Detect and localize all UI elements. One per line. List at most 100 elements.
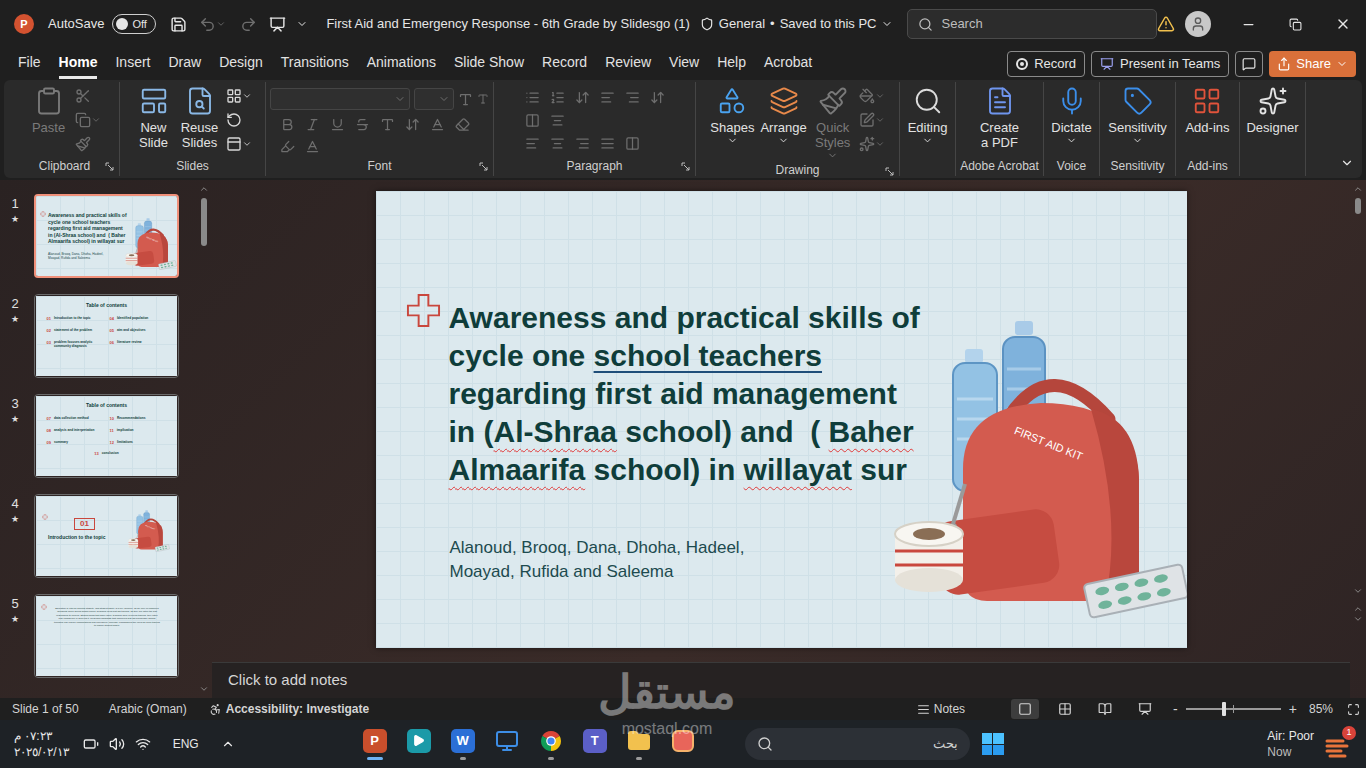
fit-to-window-icon[interactable] xyxy=(1347,703,1360,716)
line-spacing-icon[interactable] xyxy=(575,90,590,105)
view-button[interactable] xyxy=(1011,699,1039,719)
highlighter-icon[interactable] xyxy=(280,139,295,154)
ribbon-button[interactable]: Arrange xyxy=(760,86,806,146)
menu-tab[interactable]: Transitions xyxy=(281,49,349,79)
underline-icon[interactable] xyxy=(330,117,345,132)
ribbon-button[interactable]: ReuseSlides xyxy=(180,86,220,150)
taskbar-app[interactable]: T xyxy=(573,722,617,766)
section-icon[interactable] xyxy=(226,136,242,152)
spacing-icon[interactable] xyxy=(405,117,420,132)
menu-tab[interactable]: Slide Show xyxy=(454,49,524,79)
taskbar-app[interactable] xyxy=(529,722,573,766)
dialog-launcher-icon[interactable] xyxy=(885,167,894,176)
italic-icon[interactable] xyxy=(305,117,320,132)
align-text-icon[interactable] xyxy=(550,113,565,128)
layout-icon[interactable] xyxy=(226,88,242,104)
clock[interactable]: ٠٧:٢٣ م٢٠٢٥/٠٢/١٣ xyxy=(14,728,69,760)
thumbnail-scrollbar[interactable] xyxy=(196,180,212,698)
menu-tab[interactable]: View xyxy=(669,49,699,79)
menu-tab[interactable]: Help xyxy=(717,49,746,79)
tray-overflow-icon[interactable] xyxy=(221,737,235,751)
slide-thumbnail[interactable]: Education is vital for societal stabilit… xyxy=(34,594,179,678)
view-button[interactable] xyxy=(1131,699,1159,719)
taskbar-app[interactable]: P xyxy=(353,722,397,766)
menu-tab[interactable]: Animations xyxy=(367,49,436,79)
slide-thumbnail-row[interactable]: 5★Education is vital for societal stabil… xyxy=(0,594,196,694)
taskbar-app[interactable] xyxy=(397,722,441,766)
volume-icon[interactable] xyxy=(109,736,125,752)
cut-icon[interactable] xyxy=(75,88,91,104)
notes-button[interactable]: Notes xyxy=(911,700,971,718)
menu-tab[interactable]: Acrobat xyxy=(764,49,812,79)
zoom-level[interactable]: 85% xyxy=(1309,700,1333,718)
justify-icon[interactable] xyxy=(600,136,615,151)
save-icon[interactable] xyxy=(170,16,187,33)
collapse-ribbon-icon[interactable] xyxy=(1340,156,1354,170)
ribbon-button[interactable]: NewSlide xyxy=(134,86,174,150)
account-avatar[interactable] xyxy=(1185,11,1211,37)
zoom-slider[interactable] xyxy=(1186,708,1281,710)
bold-icon[interactable] xyxy=(280,117,295,132)
decrease-indent-icon[interactable] xyxy=(600,90,615,105)
comments-button[interactable] xyxy=(1235,51,1263,77)
present-in-teams-button[interactable]: Present in Teams xyxy=(1091,51,1229,77)
slide-thumbnail-row[interactable]: 4★01Introduction to the topicFIRST AID K… xyxy=(0,494,196,594)
copy-icon[interactable] xyxy=(75,112,91,128)
close-button[interactable] xyxy=(1319,0,1366,48)
slide-title[interactable]: Awareness and practical skills ofcycle o… xyxy=(449,299,920,489)
smartart-icon[interactable] xyxy=(625,136,640,151)
taskbar-app[interactable]: W xyxy=(441,722,485,766)
view-button[interactable] xyxy=(1051,699,1079,719)
accessibility-checker[interactable]: Accessibility: Investigate xyxy=(209,700,369,718)
dialog-launcher-icon[interactable] xyxy=(105,162,114,171)
ribbon-button[interactable]: Add-ins xyxy=(1185,86,1229,135)
menu-tab[interactable]: Review xyxy=(605,49,651,79)
zoom-thumb[interactable] xyxy=(1222,702,1226,716)
scroll-thumb[interactable] xyxy=(201,198,207,246)
slide-scrollbar[interactable] xyxy=(1350,180,1366,698)
ribbon-button[interactable]: QuickStyles xyxy=(813,86,853,161)
format-painter-icon[interactable] xyxy=(75,136,91,152)
menu-tab[interactable]: Insert xyxy=(115,49,150,79)
bullets-icon[interactable] xyxy=(525,90,540,105)
ribbon-button[interactable]: Dictate xyxy=(1051,86,1091,146)
slide-thumbnail-row[interactable]: 1★Awareness and practical skills ofcycle… xyxy=(0,194,196,294)
slide-thumbnail[interactable]: Table of contents07data collection metho… xyxy=(34,394,179,478)
slide-thumbnail[interactable]: 01Introduction to the topicFIRST AID KIT xyxy=(34,494,179,578)
columns-icon[interactable] xyxy=(525,113,540,128)
menu-tab[interactable]: File xyxy=(18,49,41,79)
increase-indent-icon[interactable] xyxy=(625,90,640,105)
font-color-icon[interactable] xyxy=(305,139,320,154)
previous-slide-icon[interactable] xyxy=(1353,604,1363,614)
ribbon-button[interactable]: Paste xyxy=(29,86,69,135)
view-button[interactable] xyxy=(1091,699,1119,719)
taskbar-app[interactable] xyxy=(661,722,705,766)
share-button[interactable]: Share xyxy=(1269,51,1356,77)
slide-thumbnail[interactable]: Awareness and practical skills ofcycle o… xyxy=(34,194,179,278)
dialog-launcher-icon[interactable] xyxy=(479,162,488,171)
autosave-toggle[interactable]: Off xyxy=(112,14,156,34)
battery-icon[interactable] xyxy=(83,736,99,752)
taskbar-app[interactable] xyxy=(485,722,529,766)
slide-thumbnail-row[interactable]: 3★Table of contents07data collection met… xyxy=(0,394,196,494)
align-right-icon[interactable] xyxy=(575,136,590,151)
language-indicator[interactable]: Arabic (Oman) xyxy=(109,700,187,718)
start-button[interactable] xyxy=(982,733,1004,755)
reset-icon[interactable] xyxy=(226,112,242,128)
shape-fill-icon[interactable] xyxy=(859,88,875,104)
taskbar-search[interactable]: بحث xyxy=(745,728,970,760)
text-direction-icon[interactable] xyxy=(650,90,665,105)
font-name-field[interactable] xyxy=(270,88,410,110)
font-size-field[interactable] xyxy=(414,88,454,110)
input-language[interactable]: ENG xyxy=(173,735,199,753)
grow-font-icon[interactable] xyxy=(458,92,473,107)
weather-widget[interactable]: Air: PoorNow1 xyxy=(1267,728,1354,760)
ribbon-button[interactable]: Sensitivity xyxy=(1108,86,1167,146)
change-case-icon[interactable] xyxy=(430,117,445,132)
shape-effects-icon[interactable] xyxy=(859,136,875,152)
taskbar-app[interactable] xyxy=(617,722,661,766)
customize-toolbar-icon[interactable] xyxy=(296,18,308,30)
shrink-font-icon[interactable] xyxy=(477,93,489,105)
align-left-icon[interactable] xyxy=(525,136,540,151)
menu-tab[interactable]: Draw xyxy=(168,49,201,79)
